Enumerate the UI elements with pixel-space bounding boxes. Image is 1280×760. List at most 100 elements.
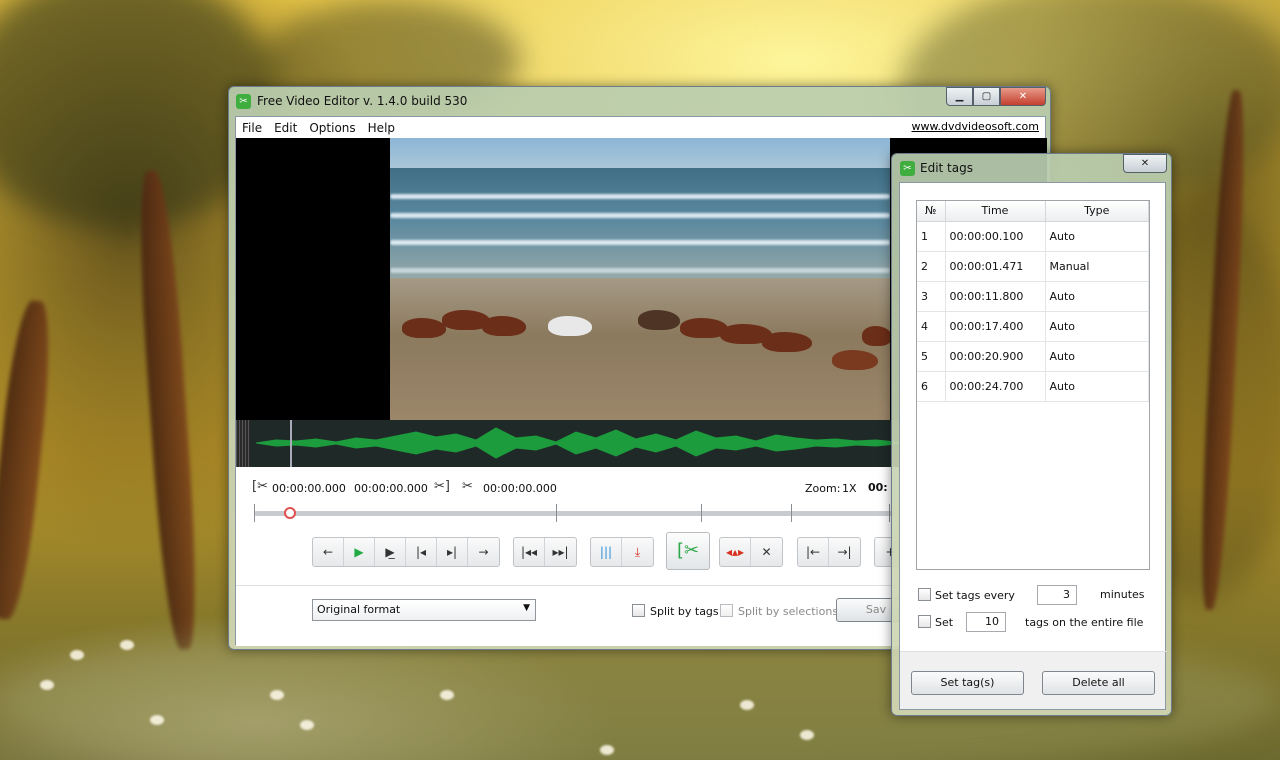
timeline-tick (556, 504, 557, 522)
go-to-end-button[interactable]: ▸| (437, 538, 468, 566)
video-frame (390, 138, 890, 420)
zoom-label: Zoom: (805, 482, 841, 495)
split-by-selections-checkbox[interactable] (720, 604, 733, 617)
edit-tags-title: Edit tags (920, 161, 973, 175)
split-by-tags-label[interactable]: Split by tags (650, 605, 719, 618)
tags-every-minutes-input[interactable]: 3 (1037, 585, 1077, 605)
set-tags-count-checkbox[interactable] (918, 615, 931, 628)
scissors-app-icon: ✂ (900, 161, 915, 176)
save-button-label: Sav (865, 603, 887, 616)
table-row[interactable]: 1 00:00:00.100 Auto (917, 221, 1149, 252)
split-by-tags-checkbox[interactable] (632, 604, 645, 617)
set-tags-button-label: Set tag(s) (940, 676, 995, 689)
timeline-thumb[interactable] (284, 507, 296, 519)
delete-all-button[interactable]: Delete all (1042, 671, 1155, 695)
tag-type: Auto (1045, 341, 1149, 372)
column-header-number[interactable]: № (917, 201, 946, 222)
edit-tags-titlebar[interactable]: ✂ Edit tags ✕ (892, 154, 1171, 180)
timeline-tick (254, 504, 255, 522)
timeline-slider[interactable] (254, 511, 894, 516)
tag-type: Auto (1045, 281, 1149, 312)
delete-selection-button[interactable]: ✕ (751, 538, 782, 566)
tag-type: Auto (1045, 311, 1149, 342)
menu-bar: File Edit Options Help www.dvdvideosoft.… (236, 117, 1045, 138)
chevron-down-icon: ▼ (523, 603, 530, 613)
insert-marker-button[interactable]: ⤓ (622, 538, 653, 566)
set-label[interactable]: Set (935, 616, 953, 629)
tags-count-input[interactable]: 10 (966, 612, 1006, 632)
main-titlebar[interactable]: ✂ Free Video Editor v. 1.4.0 build 530 ▁… (229, 87, 1050, 113)
delete-all-button-label: Delete all (1072, 676, 1125, 689)
column-header-type[interactable]: Type (1045, 201, 1149, 222)
tag-time: 00:00:17.400 (945, 311, 1046, 342)
set-tags-every-label[interactable]: Set tags every (935, 589, 1015, 602)
split-by-selections-label: Split by selections (738, 605, 839, 618)
cut-scissors-icon[interactable]: ✂ (462, 479, 473, 494)
timeline-tick (791, 504, 792, 522)
seek-back-button[interactable]: |◂◂ (514, 538, 545, 566)
set-tags-button[interactable]: Set tag(s) (911, 671, 1024, 695)
tag-time: 00:00:24.700 (945, 371, 1046, 402)
maximize-button[interactable]: ▢ (973, 87, 1000, 106)
table-row[interactable]: 2 00:00:01.471 Manual (917, 251, 1149, 282)
column-header-time[interactable]: Time (945, 201, 1046, 222)
menu-file[interactable]: File (236, 121, 268, 135)
cut-button[interactable]: [✂ (666, 532, 710, 570)
end-time: 00:00:00.000 (354, 482, 428, 495)
output-format-value: Original format (317, 603, 401, 616)
tag-time: 00:00:00.100 (945, 221, 1046, 252)
close-button[interactable]: ✕ (1000, 87, 1046, 106)
edit-tags-client-area: № Time Type 1 00:00:00.100 Auto 2 00:00:… (899, 182, 1167, 710)
set-tags-every-checkbox[interactable] (918, 588, 931, 601)
tag-number: 3 (917, 281, 946, 312)
start-bracket-scissors-icon[interactable]: [✂ (252, 479, 268, 494)
tag-number: 6 (917, 371, 946, 402)
end-bracket-scissors-icon[interactable]: ✂] (434, 479, 450, 494)
menu-edit[interactable]: Edit (268, 121, 303, 135)
tag-time: 00:00:20.900 (945, 341, 1046, 372)
prev-frame-button[interactable]: ← (313, 538, 344, 566)
website-link[interactable]: www.dvdvideosoft.com (912, 120, 1039, 133)
jump-prev-tag-button[interactable]: |← (798, 538, 829, 566)
timeline-tick (701, 504, 702, 522)
seek-forward-button[interactable]: ▸▸| (545, 538, 576, 566)
add-tag-button[interactable]: ||| (591, 538, 622, 566)
table-row[interactable]: 4 00:00:17.400 Auto (917, 311, 1149, 342)
play-selection-button[interactable]: ▶̲ (375, 538, 406, 566)
zoom-value[interactable]: 1X (842, 482, 857, 495)
jump-next-tag-button[interactable]: →| (829, 538, 860, 566)
mark-selection-button[interactable]: ◂▴▸ (720, 538, 751, 566)
seek-button-group: |◂◂ ▸▸| (513, 537, 577, 567)
next-frame-button[interactable]: → (468, 538, 499, 566)
start-time: 00:00:00.000 (272, 482, 346, 495)
menu-options[interactable]: Options (303, 121, 361, 135)
table-row[interactable]: 3 00:00:11.800 Auto (917, 281, 1149, 312)
cut-time: 00:00:00.000 (483, 482, 557, 495)
playback-button-group: ← ▶ ▶̲ |◂ ▸| → (312, 537, 500, 567)
tag-time: 00:00:01.471 (945, 251, 1046, 282)
jump-button-group: |← →| (797, 537, 861, 567)
edit-tags-dialog: ✂ Edit tags ✕ № Time Type 1 00:00:00.100 (891, 153, 1172, 716)
tag-type: Auto (1045, 371, 1149, 402)
menu-help[interactable]: Help (362, 121, 401, 135)
tag-number: 5 (917, 341, 946, 372)
go-to-start-button[interactable]: |◂ (406, 538, 437, 566)
timeline-tick (889, 504, 890, 522)
scissors-app-icon: ✂ (236, 94, 251, 109)
tag-number: 1 (917, 221, 946, 252)
minutes-label: minutes (1100, 588, 1145, 601)
tags-table[interactable]: № Time Type 1 00:00:00.100 Auto 2 00:00:… (916, 200, 1150, 570)
table-row[interactable]: 5 00:00:20.900 Auto (917, 341, 1149, 372)
dialog-close-button[interactable]: ✕ (1123, 154, 1167, 173)
current-time-partial: 00: (868, 481, 888, 494)
selection-button-group: ◂▴▸ ✕ (719, 537, 783, 567)
tag-type: Auto (1045, 221, 1149, 252)
minimize-button[interactable]: ▁ (946, 87, 973, 106)
tag-button-group: ||| ⤓ (590, 537, 654, 567)
tag-number: 2 (917, 251, 946, 282)
tags-on-file-label: tags on the entire file (1025, 616, 1144, 629)
output-format-select[interactable]: Original format ▼ (312, 599, 536, 621)
table-row[interactable]: 6 00:00:24.700 Auto (917, 371, 1149, 402)
play-button[interactable]: ▶ (344, 538, 375, 566)
waveform-playhead[interactable] (290, 420, 292, 467)
